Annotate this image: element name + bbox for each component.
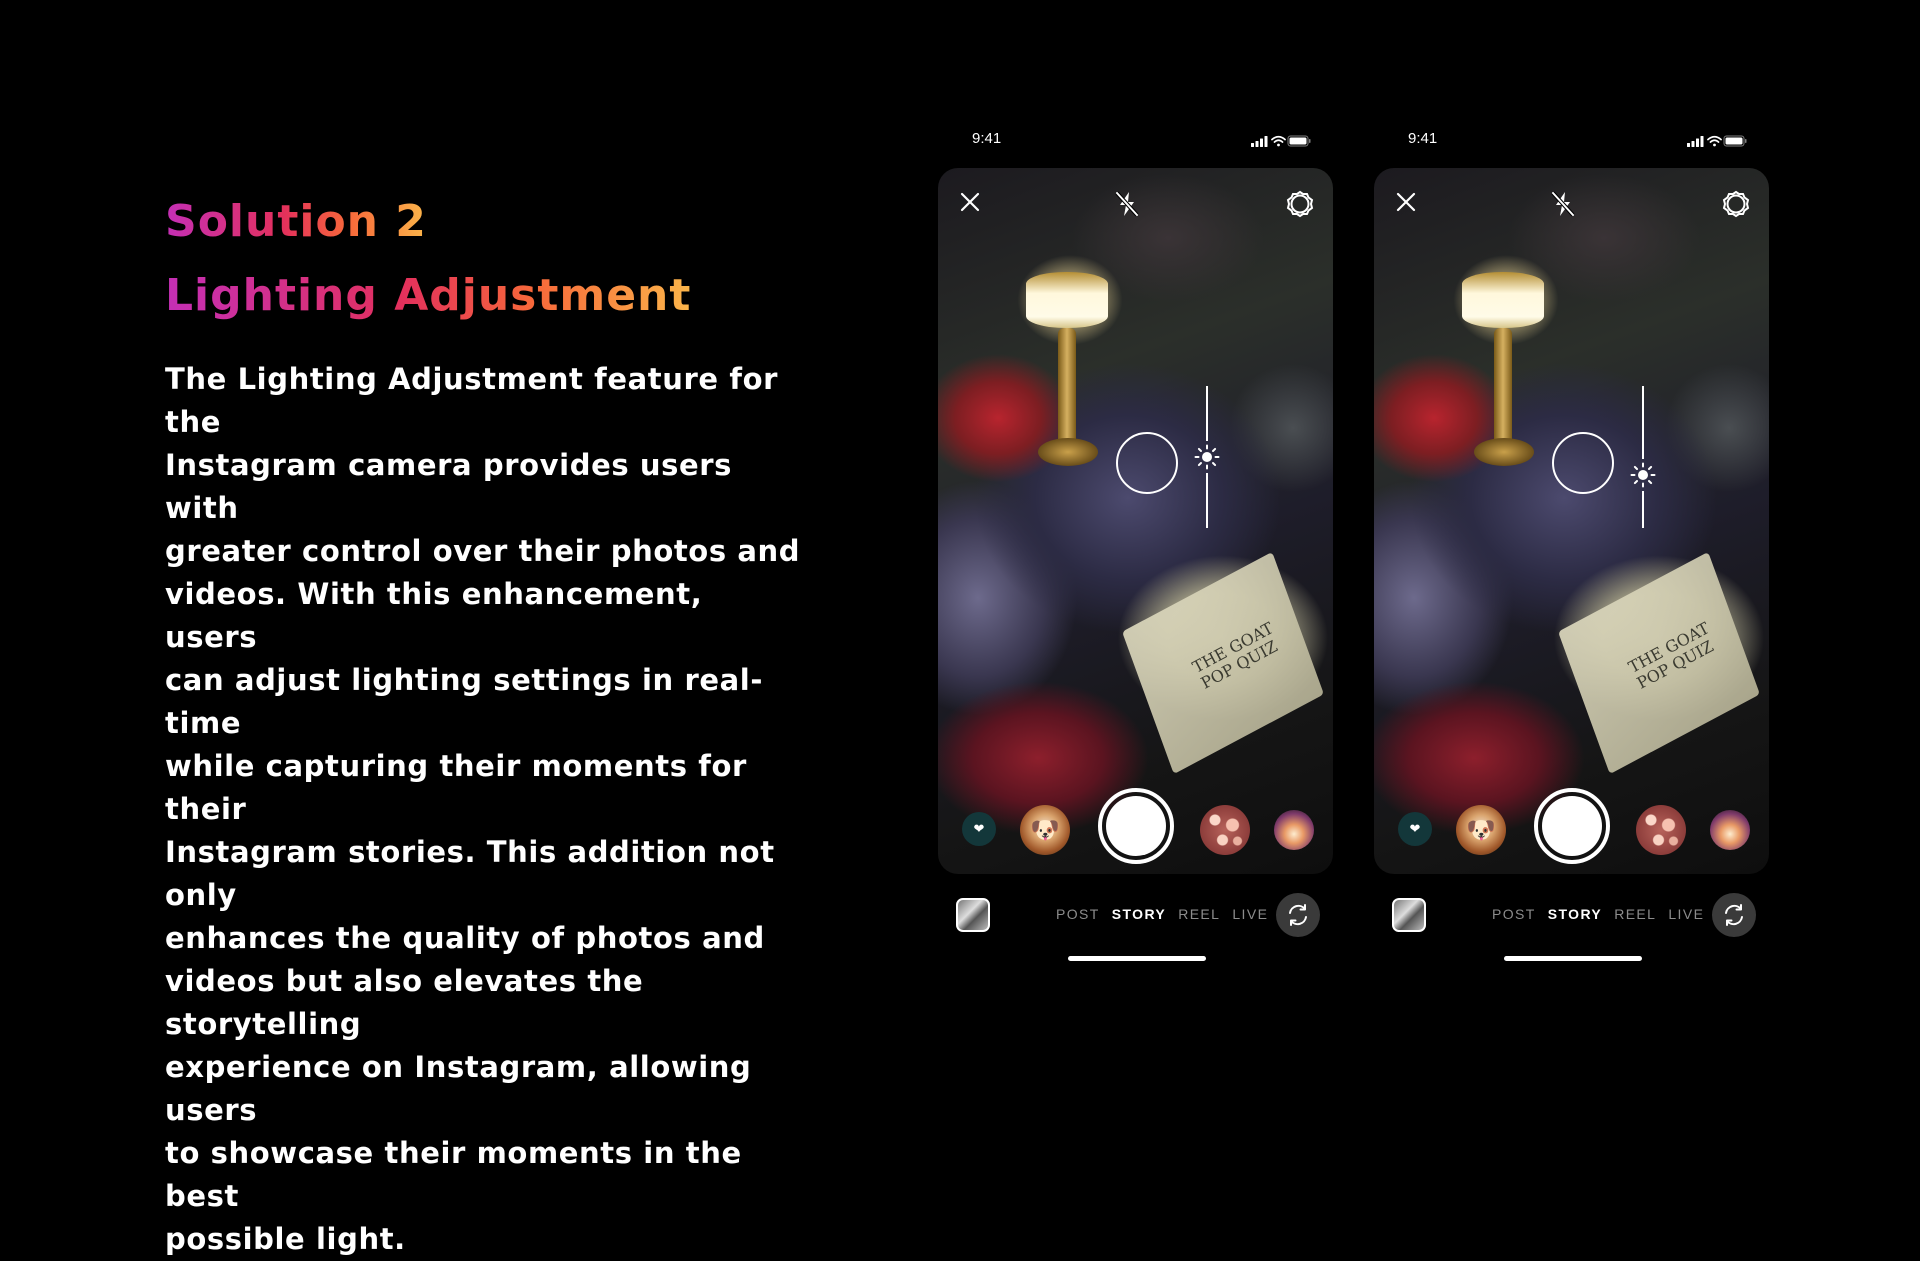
gallery-icon[interactable] xyxy=(956,898,990,932)
slide-title-line1: Solution 2 xyxy=(165,196,427,247)
close-icon[interactable] xyxy=(958,190,982,218)
flash-off-icon[interactable] xyxy=(1550,190,1576,222)
effect-flame-filter[interactable] xyxy=(1274,810,1314,850)
status-icons xyxy=(1687,133,1747,152)
mode-selector: POST STORY REEL LIVE xyxy=(1056,906,1280,922)
lamp-stem xyxy=(1494,328,1512,448)
lamp-stem xyxy=(1058,328,1076,448)
effect-dog-filter[interactable]: 🐶 xyxy=(1020,805,1070,855)
battery-icon xyxy=(1723,135,1747,147)
flash-off-icon[interactable] xyxy=(1114,190,1140,222)
sun-icon[interactable] xyxy=(1194,444,1220,474)
gallery-icon[interactable] xyxy=(1392,898,1426,932)
cellular-signal-icon xyxy=(1687,136,1704,147)
mode-reel[interactable]: REEL xyxy=(1614,906,1656,922)
heart-icon[interactable]: ❤ xyxy=(1398,812,1432,846)
camera-flip-icon[interactable] xyxy=(1276,893,1320,937)
mode-reel[interactable]: REEL xyxy=(1178,906,1220,922)
camera-bottom-bar: POST STORY REEL LIVE xyxy=(938,890,1333,940)
effect-dog-filter[interactable]: 🐶 xyxy=(1456,805,1506,855)
shutter-button[interactable] xyxy=(1534,788,1610,864)
phone-mockup-before: 9:41 THE GOAT POP QUIZ ❤ 🐶 POST STORY RE… xyxy=(938,120,1333,980)
lamp-shade xyxy=(1026,272,1108,328)
status-bar: 9:41 xyxy=(1374,130,1769,154)
exposure-slider-track-bottom[interactable] xyxy=(1206,473,1208,528)
lamp-shade xyxy=(1462,272,1544,328)
lamp-base xyxy=(1038,438,1098,466)
slide-title-line2: Lighting Adjustment xyxy=(165,270,692,321)
settings-icon[interactable] xyxy=(1722,190,1750,222)
status-bar: 9:41 xyxy=(938,130,1333,154)
mode-story[interactable]: STORY xyxy=(1548,906,1602,922)
exposure-slider-track-top[interactable] xyxy=(1206,386,1208,441)
status-icons xyxy=(1251,133,1311,152)
camera-viewfinder[interactable]: THE GOAT POP QUIZ ❤ 🐶 xyxy=(1374,168,1769,874)
effects-carousel: ❤ 🐶 xyxy=(938,788,1333,864)
wifi-icon xyxy=(1707,135,1722,147)
mode-selector: POST STORY REEL LIVE xyxy=(1492,906,1716,922)
mode-live[interactable]: LIVE xyxy=(1668,906,1704,922)
status-time: 9:41 xyxy=(1408,130,1438,147)
exposure-slider-track-bottom[interactable] xyxy=(1642,491,1644,528)
mode-post[interactable]: POST xyxy=(1056,906,1100,922)
effect-flame-filter[interactable] xyxy=(1710,810,1750,850)
phone-mockup-after: 9:41 THE GOAT POP QUIZ ❤ 🐶 POST STORY RE… xyxy=(1374,120,1769,980)
slide-description: The Lighting Adjustment feature for the … xyxy=(165,362,801,1256)
camera-bottom-bar: POST STORY REEL LIVE xyxy=(1374,890,1769,940)
shutter-button[interactable] xyxy=(1098,788,1174,864)
mode-live[interactable]: LIVE xyxy=(1232,906,1268,922)
heart-icon[interactable]: ❤ xyxy=(962,812,996,846)
cellular-signal-icon xyxy=(1251,136,1268,147)
settings-icon[interactable] xyxy=(1286,190,1314,222)
wifi-icon xyxy=(1271,135,1286,147)
shutter-inner xyxy=(1542,796,1602,856)
effect-bokeh-filter[interactable] xyxy=(1636,805,1686,855)
mode-post[interactable]: POST xyxy=(1492,906,1536,922)
shutter-inner xyxy=(1106,796,1166,856)
battery-icon xyxy=(1287,135,1311,147)
effects-carousel: ❤ 🐶 xyxy=(1374,788,1769,864)
focus-ring[interactable] xyxy=(1116,432,1178,494)
home-indicator xyxy=(1068,956,1206,961)
effect-bokeh-filter[interactable] xyxy=(1200,805,1250,855)
mode-story[interactable]: STORY xyxy=(1112,906,1166,922)
home-indicator xyxy=(1504,956,1642,961)
focus-ring[interactable] xyxy=(1552,432,1614,494)
lamp-base xyxy=(1474,438,1534,466)
close-icon[interactable] xyxy=(1394,190,1418,218)
exposure-slider-track-top[interactable] xyxy=(1642,386,1644,460)
camera-viewfinder[interactable]: THE GOAT POP QUIZ ❤ 🐶 xyxy=(938,168,1333,874)
status-time: 9:41 xyxy=(972,130,1002,147)
camera-flip-icon[interactable] xyxy=(1712,893,1756,937)
sun-icon[interactable] xyxy=(1630,462,1656,492)
